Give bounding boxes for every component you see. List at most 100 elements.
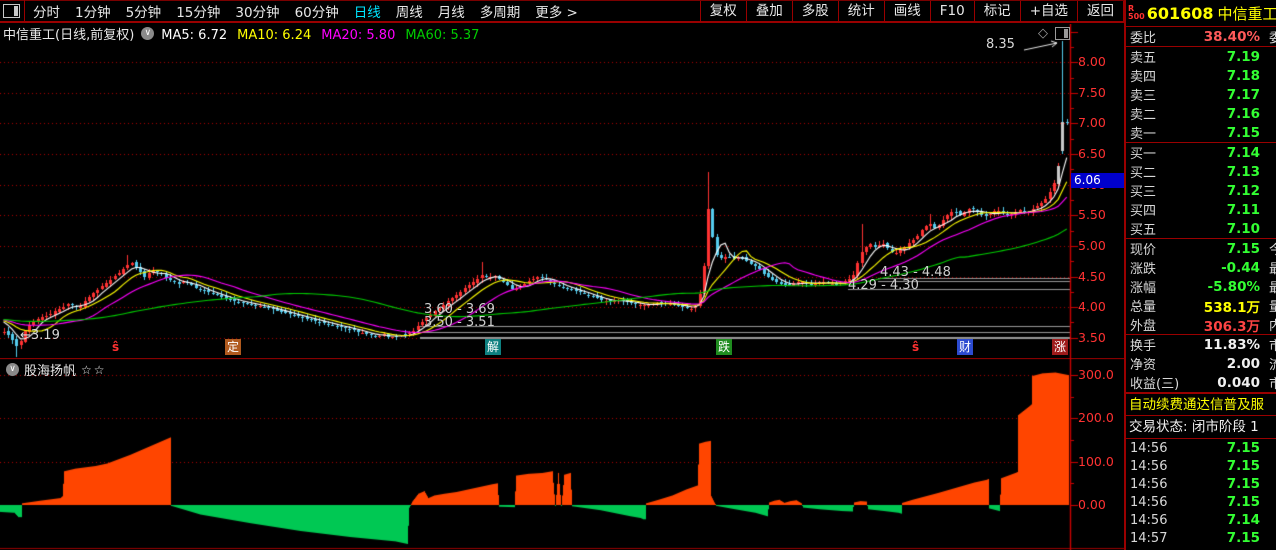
tick-row-2: 14:567.15	[1126, 457, 1276, 475]
info-row-1-clipped-col: 今	[1269, 239, 1276, 258]
event-marker-6[interactable]: 财	[957, 339, 973, 355]
main-chart-canvas[interactable]	[0, 24, 1124, 358]
tick-time: 14:56	[1130, 495, 1167, 510]
chevron-down-icon[interactable]: ∨	[141, 27, 154, 40]
ratio-row: 委比38.40%委	[1126, 27, 1276, 46]
info-row-2: 涨跌-0.44最	[1126, 258, 1276, 277]
info-row-1-value: 7.15	[1227, 241, 1260, 257]
event-marker-1[interactable]: ŝ	[110, 339, 121, 355]
ratio-row-value: 38.40%	[1204, 29, 1260, 45]
ask-row-2-label: 卖二	[1130, 104, 1156, 123]
period-tab-11[interactable]: 更多 >	[535, 5, 578, 21]
event-marker-2[interactable]: 定	[225, 339, 241, 355]
ma-legend-2: MA10: 6.24	[237, 28, 311, 43]
ma-legend-4: MA60: 5.37	[405, 28, 479, 43]
metric-row-3-clipped-col: 市	[1269, 373, 1276, 392]
ask-row-1-value[interactable]: 7.15	[1227, 125, 1260, 141]
period-tab-9[interactable]: 月线	[438, 5, 465, 21]
price-tick-label: 8.00	[1078, 54, 1124, 69]
info-row-2-label: 涨跌	[1130, 258, 1156, 277]
info-row-4: 总量538.1万量	[1126, 296, 1276, 315]
margin-badge: R500	[1128, 5, 1145, 21]
period-toolbar: 分时 1分钟 5分钟 15分钟 30分钟 60分钟日线周线月线多周期更多 > 复权叠加多股…	[0, 0, 1124, 23]
tick-row-6: 14:57 7.15	[1126, 529, 1276, 547]
info-row-3: 涨幅-5.80%最	[1126, 277, 1276, 296]
window-icon[interactable]	[3, 4, 20, 18]
toolbar-button-3[interactable]: 多股	[792, 1, 838, 21]
period-tab-8[interactable]: 周线	[396, 5, 423, 21]
bid-row-3-value[interactable]: 7.12	[1227, 183, 1260, 199]
info-row-5: 外盘306.3万内	[1126, 315, 1276, 334]
info-row-3-clipped-col: 最	[1269, 277, 1276, 296]
tick-price: 7.15	[1227, 530, 1260, 546]
info-row-2-value: -0.44	[1221, 260, 1260, 276]
event-marker-7[interactable]: 涨	[1052, 339, 1068, 355]
price-tick-label: 3.50	[1078, 330, 1124, 345]
renewal-notice-link[interactable]: 自动续费通达信普及服	[1126, 393, 1276, 416]
period-tab-5[interactable]: 30分钟	[235, 5, 279, 21]
period-tab-10[interactable]: 多周期	[480, 5, 521, 21]
period-tab-4[interactable]: 15分钟	[176, 5, 220, 21]
diamond-icon[interactable]: ◇	[1038, 28, 1048, 40]
tick-list: 14:567.1514:567.1514:567.1514:567.1514:5…	[1126, 439, 1276, 547]
ask-row-4-label: 卖四	[1130, 66, 1156, 85]
bid-row-5-label: 买五	[1130, 219, 1156, 238]
metric-row-1: 换手11.83%市	[1126, 335, 1276, 354]
ask-row-4-value[interactable]: 7.18	[1227, 68, 1260, 84]
trading-status: 交易状态: 闭市阶段 1	[1126, 416, 1276, 439]
bid-row-4-value[interactable]: 7.11	[1227, 202, 1260, 218]
period-tab-2[interactable]: 1分钟	[75, 5, 111, 21]
sub-chart-canvas[interactable]	[0, 358, 1124, 550]
ask-row-1: 卖一7.15	[1126, 123, 1276, 142]
bid-row-1-label: 买一	[1130, 143, 1156, 162]
panel-toggle-icon[interactable]	[1055, 27, 1070, 40]
ask-row-4: 卖四 7.18	[1126, 66, 1276, 85]
price-tick-label: 4.50	[1078, 269, 1124, 284]
info-row-1: 现价 7.15 今	[1126, 239, 1276, 258]
toolbar-button-1[interactable]: 复权	[700, 1, 746, 21]
tick-row-4: 14:567.15	[1126, 493, 1276, 511]
event-marker-3[interactable]: 解	[485, 339, 501, 355]
info-row-5-clipped-col: 内	[1269, 315, 1276, 334]
metric-row-3-value: 0.040	[1217, 375, 1260, 391]
toolbar-button-8[interactable]: +自选	[1020, 1, 1077, 21]
ask-row-3-value[interactable]: 7.17	[1227, 87, 1260, 103]
info-row-5-label: 外盘	[1130, 315, 1156, 334]
bid-row-2-value[interactable]: 7.13	[1227, 164, 1260, 180]
toolbar-button-7[interactable]: 标记	[974, 1, 1020, 21]
bid-row-5: 买五 7.10	[1126, 219, 1276, 238]
gap-range-label: 3.50 - 3.51	[424, 315, 495, 330]
ask-row-3-label: 卖三	[1130, 85, 1156, 104]
period-tab-3[interactable]: 5分钟	[126, 5, 162, 21]
stock-code: 601608	[1147, 4, 1214, 23]
bid-row-5-value[interactable]: 7.10	[1227, 221, 1260, 237]
low-annotation: ←3.19	[20, 328, 60, 343]
tick-time: 14:56	[1130, 441, 1167, 456]
period-tab-7[interactable]: 日线	[354, 5, 381, 21]
period-tab-1[interactable]: 分时	[33, 5, 60, 21]
ask-row-5-value[interactable]: 7.19	[1227, 49, 1260, 65]
ratio-row-label: 委比	[1130, 27, 1156, 46]
info-row-1-label: 现价	[1130, 239, 1156, 258]
metric-row-3-label: 收益(三)	[1130, 373, 1179, 392]
stock-name: 中信重工	[1218, 3, 1276, 24]
indicator-title: 股海扬帆	[24, 360, 76, 379]
info-row-3-label: 涨幅	[1130, 277, 1156, 296]
ask-row-5: 卖五7.19	[1126, 47, 1276, 66]
chevron-down-icon[interactable]: ∨	[6, 363, 19, 376]
bid-row-1-value[interactable]: 7.14	[1227, 145, 1260, 161]
event-marker-5[interactable]: ŝ	[910, 339, 921, 355]
price-tick-label: 5.00	[1078, 238, 1124, 253]
toolbar-button-9[interactable]: 返回	[1077, 1, 1124, 21]
toolbar-button-2[interactable]: 叠加	[746, 1, 792, 21]
toolbar-button-4[interactable]: 统计	[838, 1, 884, 21]
tick-time: 14:57	[1130, 531, 1167, 546]
event-marker-4[interactable]: 跌	[716, 339, 732, 355]
period-tab-6[interactable]: 60分钟	[295, 5, 339, 21]
tick-row-5: 14:567.14	[1126, 511, 1276, 529]
bid-row-2: 买二7.13	[1126, 162, 1276, 181]
ask-row-2-value[interactable]: 7.16	[1227, 106, 1260, 122]
toolbar-button-5[interactable]: 画线	[884, 1, 930, 21]
toolbar-button-6[interactable]: F10	[930, 1, 974, 21]
metric-row-3: 收益(三) 0.040 市	[1126, 373, 1276, 392]
